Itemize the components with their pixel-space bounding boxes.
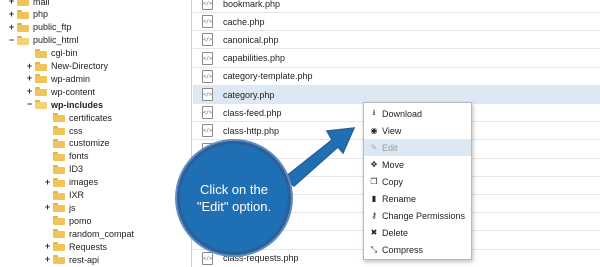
- callout-line-1: Click on the: [200, 182, 268, 197]
- arrow-shape: [282, 127, 356, 187]
- callout-arrow: [282, 127, 356, 187]
- callout-line-2: "Edit" option.: [196, 199, 272, 214]
- callout-bubble: Click on the "Edit" option.: [177, 141, 291, 255]
